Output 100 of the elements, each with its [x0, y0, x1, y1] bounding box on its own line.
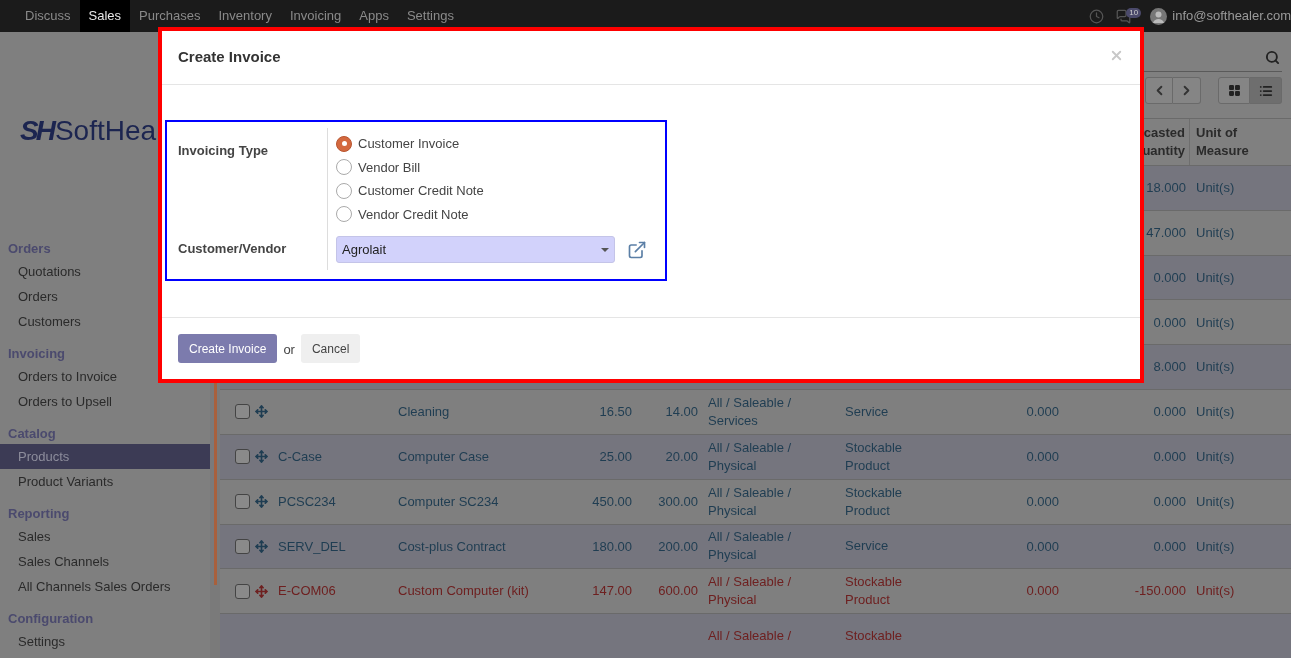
sidebar-item[interactable]: Products [0, 444, 210, 469]
table-cell-text: Unit(s) [1196, 448, 1235, 467]
drag-handle-icon[interactable] [254, 539, 268, 553]
drag-handle-icon[interactable] [254, 405, 268, 419]
sidebar-item[interactable]: Product Variants [0, 469, 210, 494]
row-checkbox[interactable] [235, 538, 250, 554]
table-cell-text: 450.00 [592, 492, 632, 511]
table-row[interactable]: All / Saleable / Stockable [220, 613, 1291, 658]
table-cell-text: Computer Case [398, 448, 490, 467]
notification-badge: 10 [1126, 7, 1142, 18]
table-cell: Service [845, 537, 889, 556]
table-cell-text: 300.00 [658, 492, 698, 511]
table-cell-text: C-Case [278, 448, 323, 467]
table-cell-text: Unit(s) [1196, 268, 1235, 287]
table-cell: All / Saleable / [708, 627, 792, 646]
caret-icon [601, 247, 609, 252]
sidebar-item[interactable]: Settings [0, 629, 210, 654]
sidebar-item[interactable]: Sales [0, 524, 210, 549]
table-cell-text: Stockable Product [845, 438, 904, 475]
column-header[interactable]: Unit of Measure [1196, 124, 1256, 160]
sidebar-item[interactable]: Sales Channels [0, 549, 210, 574]
table-cell-text: SERV_DEL [278, 537, 346, 556]
company-logo: SHSoftHea [20, 116, 158, 146]
row-checkbox[interactable] [235, 583, 250, 599]
table-cell-text: Stockable Product [845, 573, 904, 610]
next-page-button[interactable] [1173, 77, 1201, 104]
previous-page-button[interactable] [1145, 77, 1173, 104]
table-cell-text: E-COM06 [278, 582, 336, 601]
list-view-button[interactable] [1250, 77, 1282, 104]
table-cell: Stockable [845, 627, 903, 646]
cancel-button[interactable]: Cancel [300, 334, 361, 363]
table-cell-text: All / Saleable / Physical [708, 438, 793, 475]
radio-option[interactable]: Vendor Bill [336, 155, 665, 179]
drag-handle-icon[interactable] [254, 495, 268, 509]
dialog-title: Create Invoice [178, 47, 281, 68]
table-cell-text: 0.000 [1153, 537, 1186, 556]
row-checkbox[interactable] [235, 494, 250, 510]
table-cell-text: Cleaning [398, 403, 450, 422]
close-icon[interactable] [1109, 48, 1124, 63]
radio-button[interactable] [336, 159, 352, 176]
radio-button[interactable] [336, 135, 352, 152]
field-label: Customer/Vendor [178, 241, 287, 256]
table-cell: Service [845, 402, 889, 421]
table-cell-text: All / Saleable / Physical [708, 528, 793, 565]
table-cell-text: Unit(s) [1196, 403, 1235, 422]
radio-option[interactable]: Customer Invoice [336, 132, 665, 156]
nav-menu-item[interactable]: Discuss [16, 0, 80, 32]
table-cell-text: All / Saleable / Physical [708, 573, 793, 610]
table-cell-text: Cost-plus Contract [398, 537, 506, 556]
table-cell-text: 180.00 [592, 537, 632, 556]
table-cell-text: 0.000 [1026, 582, 1059, 601]
table-cell-text: 14.00 [665, 403, 698, 422]
field-label: Invoicing Type [178, 143, 269, 158]
clock-icon[interactable] [1089, 8, 1105, 24]
table-cell-text: 0.000 [1153, 492, 1186, 511]
avatar-icon[interactable] [1150, 7, 1168, 25]
radio-option[interactable]: Customer Credit Note [336, 179, 665, 203]
sidebar-item[interactable]: Orders to Upsell [0, 389, 210, 414]
table-cell-text: 0.000 [1026, 448, 1059, 467]
table-cell-text: 0.000 [1026, 492, 1059, 511]
table-cell-text: -150.000 [1134, 582, 1186, 601]
radio-option[interactable]: Vendor Credit Note [336, 202, 665, 226]
table-cell-text: Unit(s) [1196, 492, 1235, 511]
table-cell-text: Custom Computer (kit) [398, 582, 529, 601]
table-cell-text: 47.000 [1146, 223, 1186, 242]
drag-handle-icon[interactable] [254, 584, 268, 598]
external-link-icon[interactable] [627, 239, 647, 260]
create-invoice-button[interactable]: Create Invoice [178, 334, 278, 363]
list-icon [1258, 83, 1273, 98]
search-icon[interactable] [1265, 50, 1280, 65]
table-cell-text: 0.000 [1026, 537, 1059, 556]
customer-select[interactable]: Agrolait [336, 236, 615, 263]
row-checkbox[interactable] [235, 449, 250, 465]
sidebar-item[interactable]: All Channels Sales Orders [0, 574, 210, 599]
table-cell-text: Unit(s) [1196, 537, 1235, 556]
table-cell-text: Unit(s) [1196, 223, 1235, 242]
nav-menu-item[interactable]: Sales [79, 0, 131, 32]
chat-button[interactable]: 10 [1116, 8, 1139, 24]
table-cell-text: 25.00 [599, 448, 632, 467]
radio-button[interactable] [336, 206, 352, 223]
table-cell-text: 147.00 [592, 582, 632, 601]
table-cell-text: 0.000 [1026, 403, 1059, 422]
table-cell-text: Unit(s) [1196, 313, 1235, 332]
table-cell-text: All / Saleable / Services [708, 393, 793, 430]
table-cell-text: 8.000 [1153, 358, 1186, 377]
table-cell-text: Computer SC234 [398, 492, 499, 511]
user-email[interactable]: info@softhealer.com [1172, 6, 1291, 26]
kanban-view-button[interactable] [1218, 77, 1250, 104]
table-cell-text: 0.000 [1153, 403, 1186, 422]
drag-handle-icon[interactable] [254, 450, 268, 464]
radio-button[interactable] [336, 182, 352, 199]
table-cell-text: 20.00 [665, 448, 698, 467]
table-cell-text: Unit(s) [1196, 358, 1235, 377]
table-cell-text: 0.000 [1153, 313, 1186, 332]
chat-icon [1116, 8, 1132, 24]
column-header[interactable]: casted uantity [1140, 124, 1185, 160]
row-checkbox[interactable] [235, 404, 250, 420]
table-cell-text: 18.000 [1146, 179, 1186, 198]
table-cell-text: 16.50 [599, 403, 632, 422]
table-cell-text: All / Saleable / Physical [708, 483, 793, 520]
